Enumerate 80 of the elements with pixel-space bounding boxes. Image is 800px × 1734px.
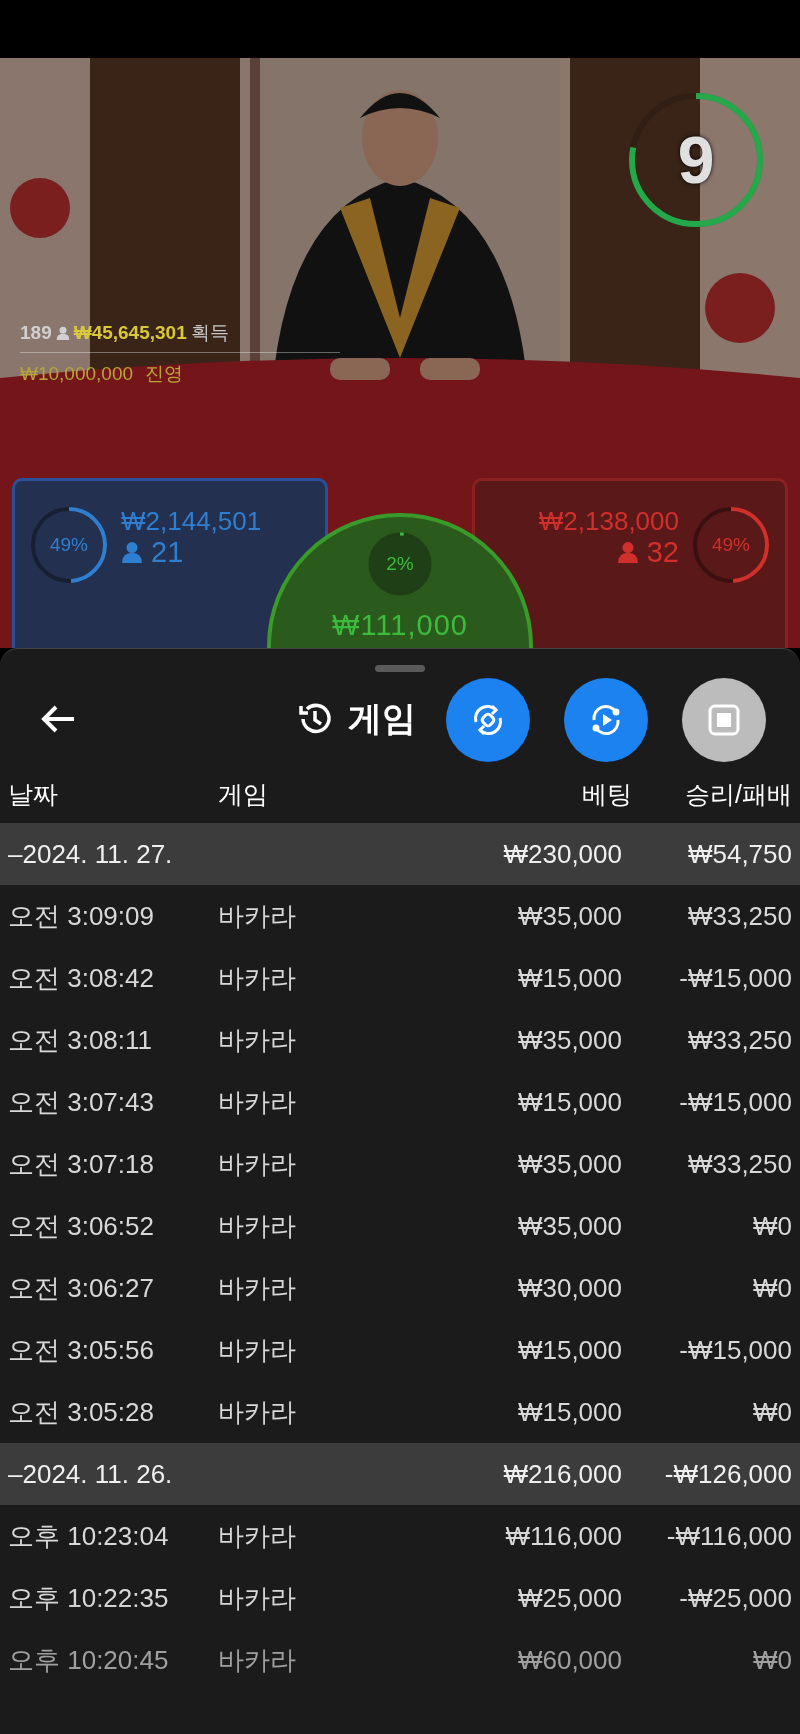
table-cell-text: 오후 10:23:04	[8, 1519, 170, 1553]
table-cell-text: ₩30,000	[516, 1272, 622, 1304]
table-cell-text: -₩15,000	[678, 1334, 792, 1366]
table-cell-text: ₩0	[752, 1396, 792, 1428]
table-cell-text: 바카라	[218, 1333, 297, 1367]
person-icon	[616, 541, 639, 563]
sheet-title: 게임	[348, 698, 416, 739]
table-cell-text: ₩35,000	[516, 1024, 622, 1056]
table-cell-text: 오전 3:06:27	[8, 1271, 155, 1305]
date-group-label[interactable]: –2024. 11. 27.	[8, 838, 218, 870]
drag-handle[interactable]	[375, 665, 425, 672]
table-cell-text: 바카라	[218, 961, 297, 995]
table-cell-text: -₩15,000	[678, 1086, 792, 1118]
table-cell-text: -₩116,000	[665, 1520, 792, 1552]
table-cell-text: 바카라	[218, 1395, 297, 1429]
table-cell-text: 오전 3:05:28	[8, 1395, 155, 1429]
table-cell-text: ₩15,000	[516, 1086, 622, 1118]
player-bet-area[interactable]: 49% ₩2,144,501 21	[12, 478, 328, 648]
column-header: 날짜	[8, 779, 59, 810]
viewer-count: 189	[20, 322, 52, 344]
won-label: 획득	[190, 321, 229, 345]
table-cell-text: 오전 3:09:09	[8, 899, 155, 933]
table-cell-text: ₩25,000	[516, 1582, 622, 1614]
table-cell-text: ₩116,000	[504, 1520, 622, 1552]
percent-label: 49%	[49, 533, 89, 557]
column-header: 승리/패배	[684, 779, 792, 810]
table-cell-text: 오전 3:08:11	[8, 1023, 154, 1057]
table-cell-text: ₩35,000	[516, 1210, 622, 1242]
person-icon	[121, 541, 143, 563]
table-cell-text: 바카라	[218, 1581, 297, 1615]
player-count: 32	[646, 537, 679, 567]
table-cell-text: ₩33,250	[686, 900, 792, 932]
table-cell-text: ₩35,000	[516, 1148, 622, 1180]
table-cell-text: ₩35,000	[516, 900, 622, 932]
table-cell-text: 오후 10:22:35	[8, 1581, 170, 1615]
table-cell-text: 바카라	[218, 1023, 297, 1057]
table-cell-text: 오전 3:06:52	[8, 1209, 155, 1243]
table-cell-text: 오전 3:07:18	[8, 1147, 155, 1181]
table-cell-text: 오전 3:05:56	[8, 1333, 155, 1367]
table-cell-text: ₩216,000	[502, 1458, 622, 1490]
column-header: 베팅	[581, 779, 632, 810]
table-cell-text: 바카라	[218, 899, 297, 933]
bet-amount: ₩2,144,501	[121, 505, 262, 537]
table-cell-text: ₩33,250	[686, 1148, 792, 1180]
column-header: 게임	[218, 779, 269, 810]
banker-bet-area[interactable]: 49% ₩2,138,000 32	[472, 478, 788, 648]
table-cell-text: ₩0	[752, 1644, 792, 1676]
table-cell-text: 바카라	[218, 1085, 297, 1119]
person-icon	[55, 326, 70, 340]
table-cell-text: -₩15,000	[678, 962, 792, 994]
table-cell-text: ₩54,750	[686, 838, 792, 870]
table-cell-text: ₩230,000	[502, 838, 622, 870]
table-cell-text: 바카라	[218, 1209, 297, 1243]
bet-amount: ₩111,000	[332, 609, 468, 642]
table-cell-text: 바카라	[218, 1271, 297, 1305]
countdown-number: 9	[676, 122, 716, 199]
table-cell-text: ₩15,000	[516, 1396, 622, 1428]
table-cell-text: ₩60,000	[516, 1644, 622, 1676]
table-cell-text: -₩126,000	[663, 1458, 792, 1490]
date-group-label[interactable]: –2024. 11. 26.	[8, 1458, 218, 1490]
table-cell-text: 바카라	[218, 1643, 297, 1677]
table-cell-text: ₩15,000	[516, 1334, 622, 1366]
bet-amount: ₩2,138,000	[538, 505, 679, 537]
table-cell-text: ₩33,250	[686, 1024, 792, 1056]
back-button[interactable]	[40, 704, 76, 734]
table-cell-text: 오전 3:07:43	[8, 1085, 155, 1119]
table-cell-text: -₩25,000	[678, 1582, 792, 1614]
table-cell-text: 오전 3:08:42	[8, 961, 155, 995]
table-cell-text: 바카라	[218, 1519, 297, 1553]
table-cell-text: 오후 10:20:45	[8, 1643, 170, 1677]
won-amount: ₩45,645,301	[73, 322, 187, 344]
table-cell-text: ₩0	[752, 1210, 792, 1242]
percent-label: 49%	[711, 533, 751, 557]
table-cell-text: ₩15,000	[516, 962, 622, 994]
table-cell-text: 바카라	[218, 1147, 297, 1181]
percent-label: 2%	[385, 552, 415, 576]
limit-label: 진영	[145, 362, 184, 386]
back-arrow-icon	[40, 704, 76, 734]
player-count: 21	[151, 537, 184, 567]
table-cell-text: ₩0	[752, 1272, 792, 1304]
